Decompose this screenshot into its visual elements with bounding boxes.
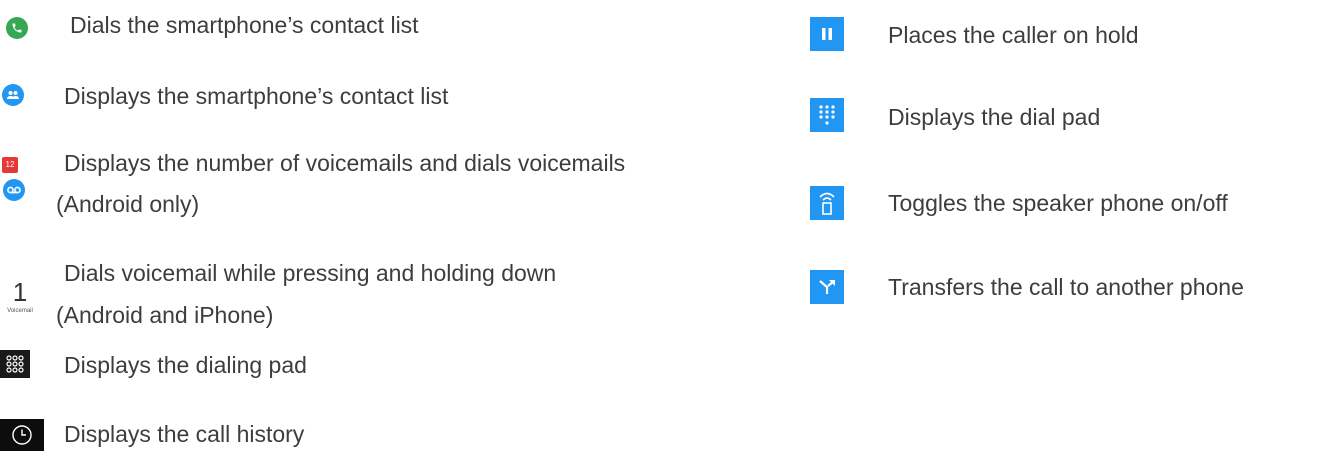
voicemail-key-icon[interactable]: 1 Voicemail bbox=[2, 278, 38, 330]
speaker-description: Toggles the speaker phone on/off bbox=[888, 190, 1228, 216]
voicemail-badge-description-line1: Displays the number of voicemails and di… bbox=[64, 150, 626, 176]
voicemail-key-caption: Voicemail bbox=[7, 308, 33, 314]
transfer-description: Transfers the call to another phone bbox=[888, 274, 1244, 300]
voicemail-badge-icon[interactable]: 12 bbox=[2, 157, 26, 205]
voicemail-key-description-line1: Dials voicemail while pressing and holdi… bbox=[64, 260, 557, 286]
voicemail-key-description-line2: (Android and iPhone) bbox=[56, 302, 274, 328]
pause-icon[interactable] bbox=[810, 17, 844, 51]
dialpad-grid-description: Displays the dialing pad bbox=[64, 352, 307, 378]
voicemail-key-digit: 1 bbox=[12, 277, 28, 307]
dialpad-grid-icon[interactable] bbox=[0, 350, 30, 378]
clock-description: Displays the call history bbox=[64, 421, 305, 447]
dialpad-description: Displays the dial pad bbox=[888, 104, 1101, 130]
phone-call-description: Dials the smartphone’s contact list bbox=[70, 12, 419, 38]
voicemail-badge-description-line2: (Android only) bbox=[56, 191, 200, 217]
speaker-icon[interactable] bbox=[810, 186, 844, 220]
contacts-icon[interactable] bbox=[2, 84, 24, 106]
voicemail-count-badge: 12 bbox=[2, 157, 18, 173]
contacts-description: Displays the smartphone’s contact list bbox=[64, 83, 449, 109]
clock-icon[interactable] bbox=[0, 419, 44, 451]
dialpad-icon[interactable] bbox=[810, 98, 844, 132]
hold-description: Places the caller on hold bbox=[888, 22, 1139, 48]
transfer-icon[interactable] bbox=[810, 270, 844, 304]
phone-call-icon[interactable] bbox=[6, 17, 28, 39]
